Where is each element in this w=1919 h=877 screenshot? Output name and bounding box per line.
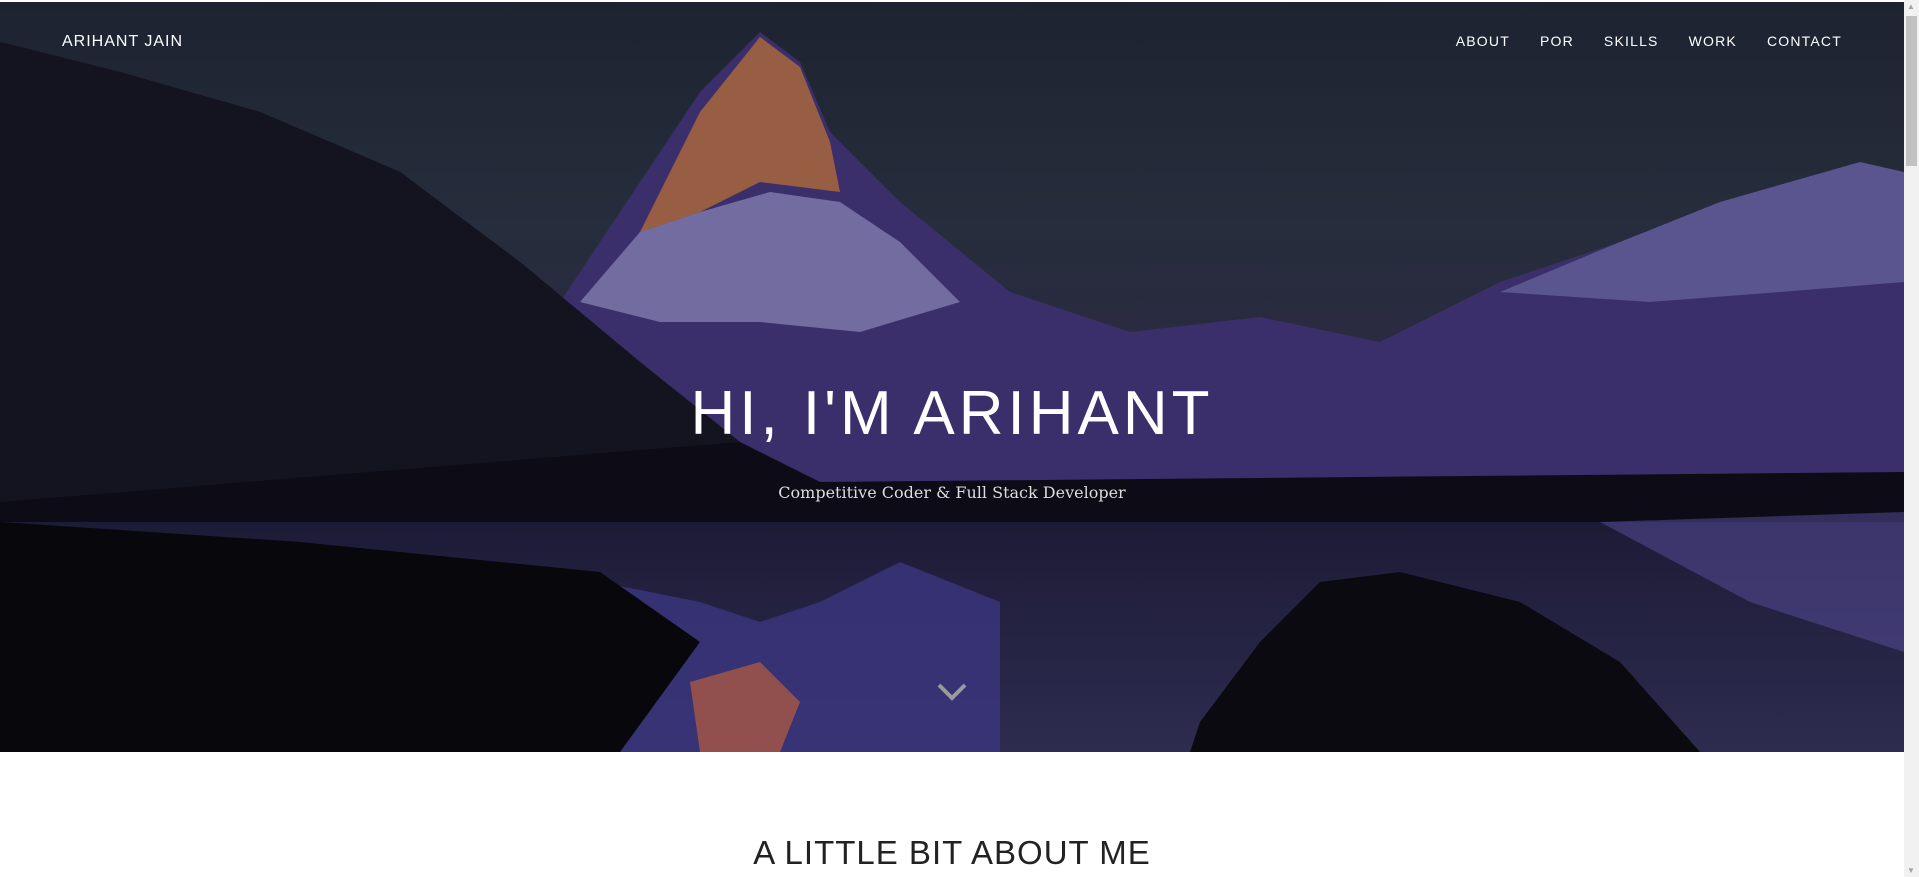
page-scrollbar[interactable]: ▲ ▼ (1904, 0, 1919, 877)
top-navbar: ARIHANT JAIN ABOUT POR SKILLS WORK CONTA… (0, 2, 1904, 82)
scroll-up-arrow-icon[interactable]: ▲ (1907, 2, 1915, 11)
hero-title: HI, I'M ARIHANT (690, 379, 1214, 448)
nav-item-about[interactable]: ABOUT (1456, 33, 1510, 49)
nav-item-work[interactable]: WORK (1689, 33, 1737, 49)
nav-item-skills[interactable]: SKILLS (1604, 33, 1659, 49)
about-heading: A LITTLE BIT ABOUT ME (753, 834, 1151, 871)
page: ARIHANT JAIN ABOUT POR SKILLS WORK CONTA… (0, 0, 1904, 877)
chevron-down-icon[interactable] (936, 682, 968, 702)
nav-item-contact[interactable]: CONTACT (1767, 33, 1842, 49)
nav-menu: ABOUT POR SKILLS WORK CONTACT (1456, 33, 1842, 49)
brand-logo-link[interactable]: ARIHANT JAIN (62, 33, 183, 51)
mountain-background-image (0, 32, 1904, 752)
scroll-down-arrow-icon[interactable]: ▼ (1907, 866, 1915, 875)
nav-item-por[interactable]: POR (1540, 33, 1574, 49)
hero-subtitle: Competitive Coder & Full Stack Developer (778, 483, 1126, 502)
scrollbar-thumb[interactable] (1906, 16, 1917, 166)
hero-section: ARIHANT JAIN ABOUT POR SKILLS WORK CONTA… (0, 2, 1904, 752)
